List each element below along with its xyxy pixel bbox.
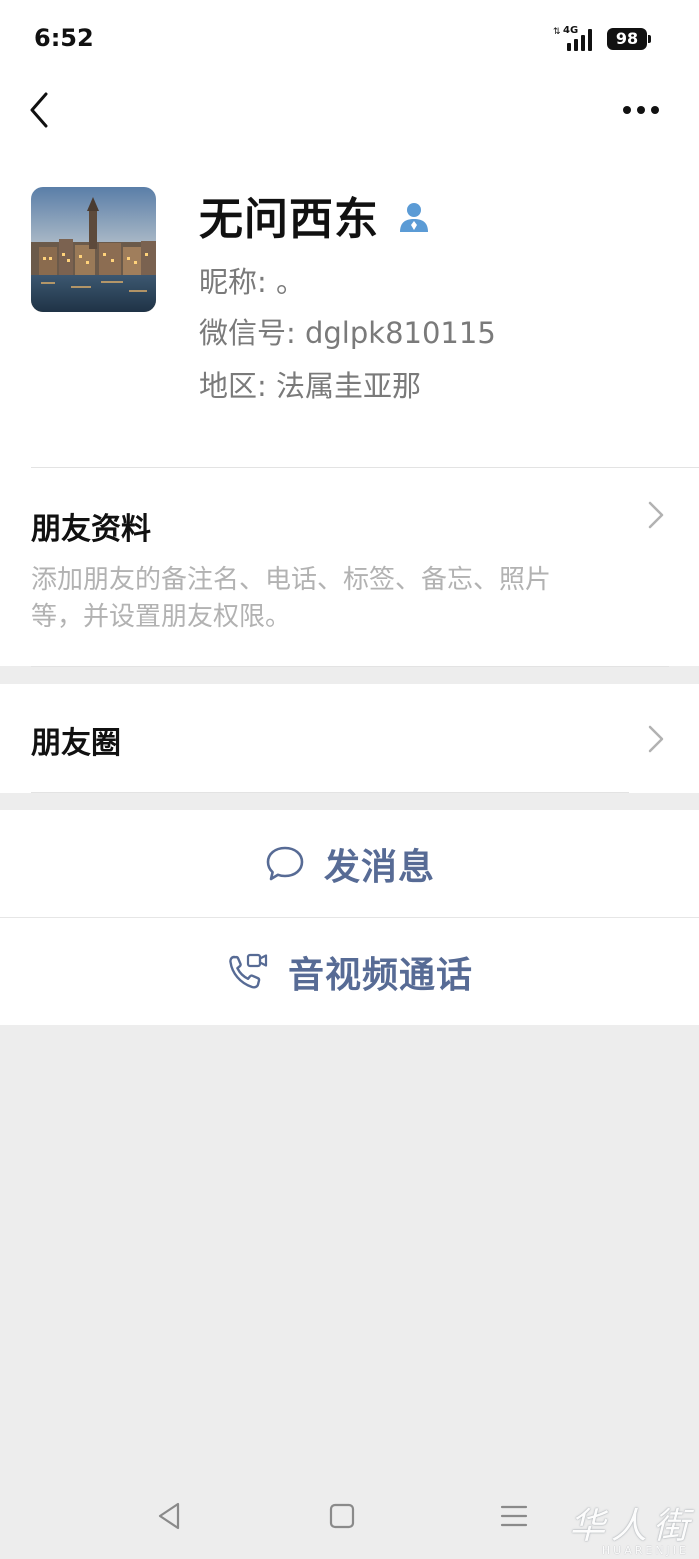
- system-menu-button[interactable]: [494, 1496, 534, 1536]
- status-bar: 6:52 ⇅ 4G 98: [0, 0, 699, 78]
- chevron-right-icon: [648, 725, 664, 753]
- watermark-chinese: 华人街: [568, 1506, 695, 1547]
- friend-info-title: 朋友资料: [31, 512, 151, 547]
- video-call-button[interactable]: 音视频通话: [0, 918, 699, 1025]
- moments-title: 朋友圈: [31, 726, 121, 761]
- divider: [31, 666, 669, 667]
- triangle-back-icon: [158, 1502, 180, 1530]
- chat-bubble-icon: [266, 846, 304, 880]
- avatar[interactable]: [31, 187, 156, 312]
- friend-info-desc-line: 等，并设置朋友权限。: [31, 602, 292, 632]
- status-indicators: ⇅ 4G 98: [553, 24, 651, 54]
- signal-icon: ⇅ 4G: [553, 25, 597, 53]
- video-call-label: 音视频通话: [287, 954, 473, 996]
- signal-bars: [567, 29, 592, 51]
- system-home-button[interactable]: [322, 1496, 362, 1536]
- friend-info-desc-line: 添加朋友的备注名、电话、标签、备忘、照片: [31, 565, 552, 595]
- contact-profile-screen: 6:52 ⇅ 4G 98 无问西东 昵称: 。 微信号: dglpk810115…: [0, 0, 699, 1559]
- more-button[interactable]: [621, 96, 669, 124]
- avatar-cityscape-image: [31, 187, 156, 312]
- watermark-english: HUARENJIE: [601, 1544, 689, 1557]
- watermark: 华人街 HUARENJIE: [545, 1497, 695, 1557]
- contact-name: 无问西东: [199, 194, 379, 245]
- region-line: 地区: 法属圭亚那: [199, 369, 421, 403]
- status-time: 6:52: [34, 24, 94, 52]
- wechat-id-line: 微信号: dglpk810115: [199, 316, 496, 350]
- nickname-line: 昵称: 。: [199, 265, 305, 299]
- chevron-right-icon: [648, 501, 664, 529]
- battery-level: 98: [615, 29, 639, 48]
- more-dots-icon: [623, 106, 659, 114]
- divider: [31, 792, 629, 793]
- friend-info-row[interactable]: 朋友资料 添加朋友的备注名、电话、标签、备忘、照片 等，并设置朋友权限。: [0, 468, 699, 666]
- chevron-left-icon: [30, 92, 48, 128]
- hamburger-menu-icon: [500, 1505, 528, 1527]
- data-arrows-icon: ⇅: [553, 27, 561, 37]
- friend-info-description: 添加朋友的备注名、电话、标签、备忘、照片 等，并设置朋友权限。: [31, 562, 651, 636]
- square-home-icon: [329, 1503, 355, 1529]
- battery-icon: 98: [607, 28, 651, 50]
- send-message-label: 发消息: [323, 846, 435, 888]
- send-message-button[interactable]: 发消息: [0, 810, 699, 917]
- user-badge-icon: [398, 200, 430, 234]
- back-button[interactable]: [22, 88, 62, 132]
- phone-video-icon: [229, 953, 268, 989]
- system-back-button[interactable]: [150, 1496, 190, 1536]
- moments-row[interactable]: 朋友圈: [0, 684, 699, 793]
